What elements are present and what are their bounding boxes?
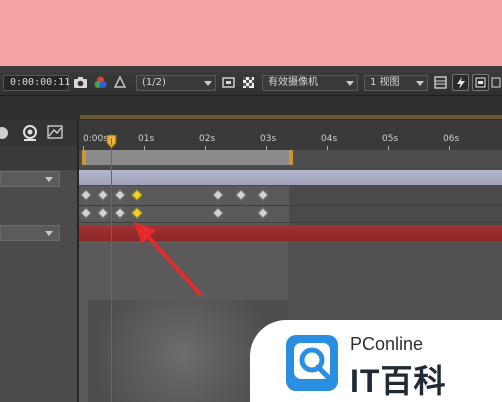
chevron-down-icon — [346, 81, 354, 86]
work-area-end-handle[interactable] — [289, 150, 293, 165]
current-time-field[interactable]: 0:00:00:11 — [3, 75, 70, 91]
layer-row — [0, 146, 78, 170]
color-channels-icon[interactable] — [112, 74, 129, 91]
resolution-value: (1/2) — [142, 77, 166, 88]
transparency-grid-icon[interactable] — [240, 74, 257, 91]
region-of-interest-icon[interactable] — [220, 74, 237, 91]
viewer-toolbar: 0:00:00:11 (1/2) 有效摄像机 1 视图 — [0, 66, 502, 96]
view-layout-value: 1 视图 — [370, 77, 400, 88]
ruler-label-5: 05s — [382, 134, 399, 144]
chevron-down-icon — [204, 81, 212, 86]
work-area-bar[interactable] — [82, 150, 293, 165]
playhead-handle-icon[interactable] — [106, 135, 117, 149]
annotation-arrow-icon — [134, 222, 202, 296]
chevron-down-icon — [416, 81, 424, 86]
time-ruler[interactable]: 0:00s 01s 02s 03s 04s 05s 06s — [79, 120, 502, 150]
layer-mode-dropdown[interactable] — [0, 171, 60, 187]
chevron-down-icon — [45, 177, 53, 182]
composition-viewer — [0, 0, 502, 66]
layer-duration-bar[interactable] — [79, 170, 502, 185]
ruler-label-1: 01s — [138, 134, 155, 144]
show-snapshot-icon[interactable] — [92, 74, 109, 91]
layer-mode-dropdown-2[interactable] — [0, 225, 60, 241]
view-layout-dropdown[interactable]: 1 视图 — [364, 75, 428, 91]
ruler-label-2: 02s — [199, 134, 216, 144]
overflow-icon[interactable] — [490, 74, 502, 91]
work-area-start-handle[interactable] — [82, 150, 86, 165]
ruler-label-6: 06s — [443, 134, 460, 144]
camera-snapshot-icon[interactable] — [72, 74, 89, 91]
solo-icon[interactable] — [0, 124, 10, 142]
camera-value: 有效摄像机 — [268, 77, 318, 88]
pconline-logo-icon — [286, 335, 338, 391]
toggle-pixel-aspect-icon[interactable] — [432, 74, 449, 91]
draft-3d-icon[interactable] — [20, 123, 40, 143]
watermark-brand: PConline — [350, 334, 424, 354]
ruler-label-0: 0:00s — [83, 134, 108, 144]
track-divider — [79, 205, 502, 206]
chevron-down-icon — [45, 231, 53, 236]
graph-editor-icon[interactable] — [46, 124, 66, 142]
fast-previews-icon[interactable] — [452, 74, 469, 91]
layer-header-row — [0, 120, 78, 146]
ruler-label-3: 03s — [260, 134, 277, 144]
ruler-label-4: 04s — [321, 134, 338, 144]
camera-dropdown[interactable]: 有效摄像机 — [262, 75, 358, 91]
playhead-line[interactable] — [111, 134, 112, 402]
layer-panel — [0, 120, 78, 402]
resolution-dropdown[interactable]: (1/2) — [136, 75, 216, 91]
work-area-indicator — [80, 115, 502, 119]
timeline-panel-icon[interactable] — [472, 74, 489, 91]
watermark-title: IT百科 — [350, 363, 447, 399]
